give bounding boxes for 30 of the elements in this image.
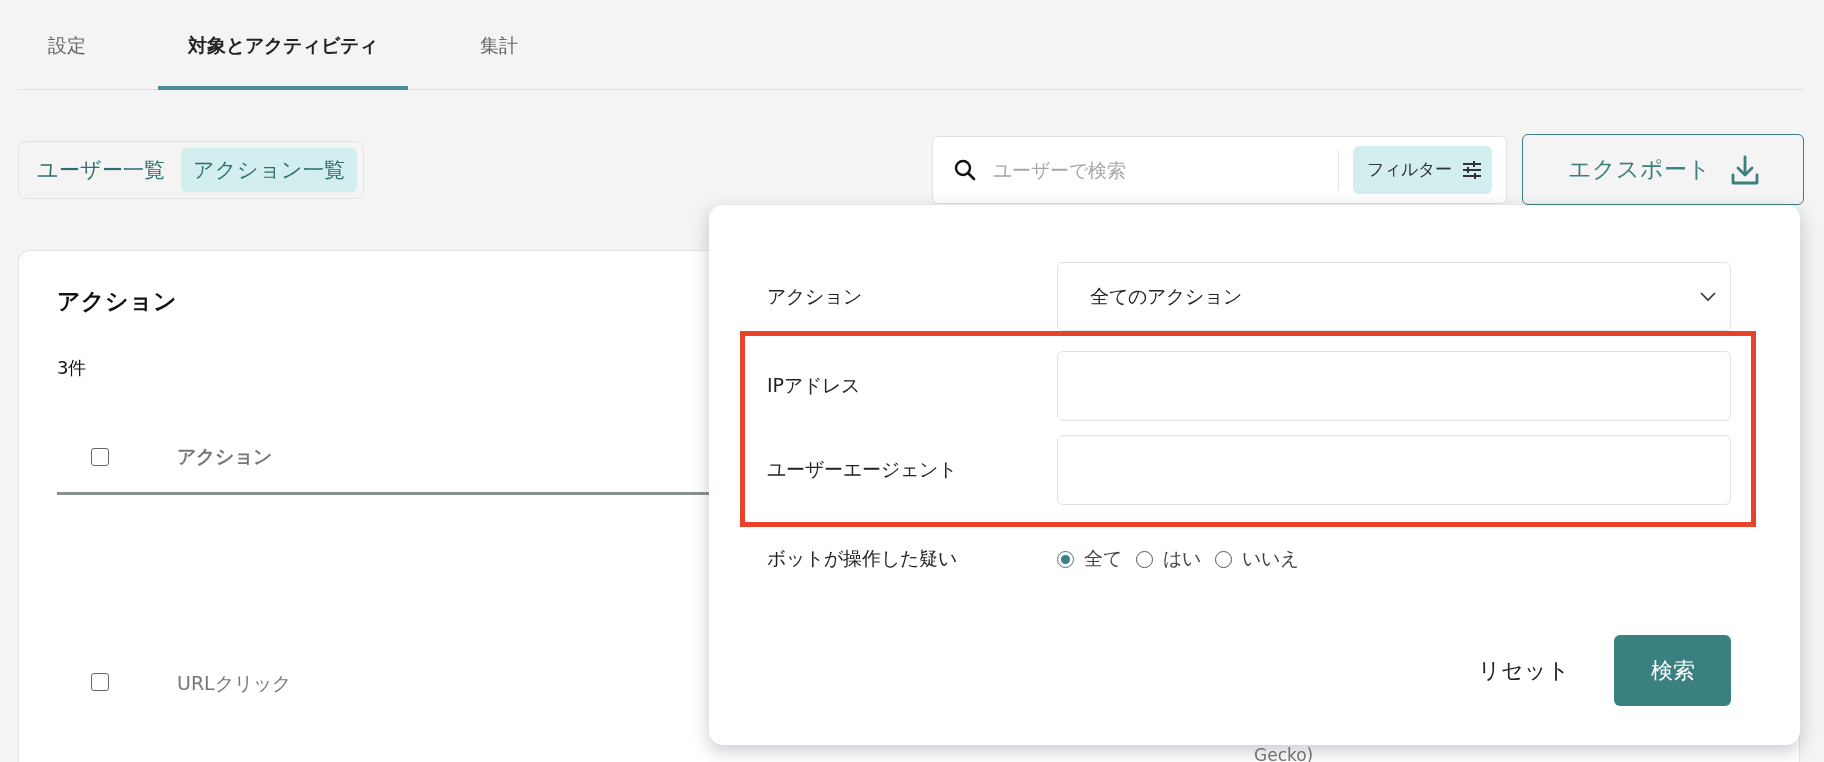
toggle-option[interactable]: アクション一覧 xyxy=(181,147,357,192)
tab[interactable]: 集計 xyxy=(450,0,548,90)
export-button[interactable]: エクスポート xyxy=(1522,134,1804,205)
checkbox[interactable] xyxy=(91,673,109,691)
search-button[interactable]: 検索 xyxy=(1614,635,1731,706)
field-label: ボットが操作した疑い xyxy=(767,546,957,571)
action-dropdown[interactable]: 全てのアクション xyxy=(1057,262,1731,331)
column-header: アクション xyxy=(177,444,272,469)
sliders-icon xyxy=(1462,160,1482,179)
field-label: IPアドレス xyxy=(767,373,861,398)
chevron-down-icon xyxy=(1700,291,1716,302)
tab[interactable]: 設定 xyxy=(18,0,116,90)
tab[interactable]: 対象とアクティビティ xyxy=(158,0,408,90)
download-icon xyxy=(1730,154,1759,185)
result-count: 3件 xyxy=(57,356,87,380)
reset-button[interactable]: リセット xyxy=(1478,655,1570,686)
toggle-option[interactable]: ユーザー一覧 xyxy=(25,147,177,192)
radio-option[interactable]: はい xyxy=(1136,546,1201,572)
search-icon xyxy=(953,157,977,182)
table-cell-text: URLクリック xyxy=(177,671,292,695)
field-label: ユーザーエージェント xyxy=(767,457,957,482)
card-title: アクション xyxy=(57,287,177,316)
checkbox[interactable] xyxy=(91,448,109,466)
field-label: アクション xyxy=(767,283,862,309)
input-field[interactable] xyxy=(1057,435,1731,505)
radio-option[interactable]: いいえ xyxy=(1215,546,1299,572)
input-field[interactable] xyxy=(1057,351,1731,421)
radio-option[interactable]: 全て xyxy=(1057,546,1122,572)
search-field[interactable]: ユーザーで検索 フィルター xyxy=(932,135,1507,204)
filter-button[interactable]: フィルター xyxy=(1353,145,1492,194)
